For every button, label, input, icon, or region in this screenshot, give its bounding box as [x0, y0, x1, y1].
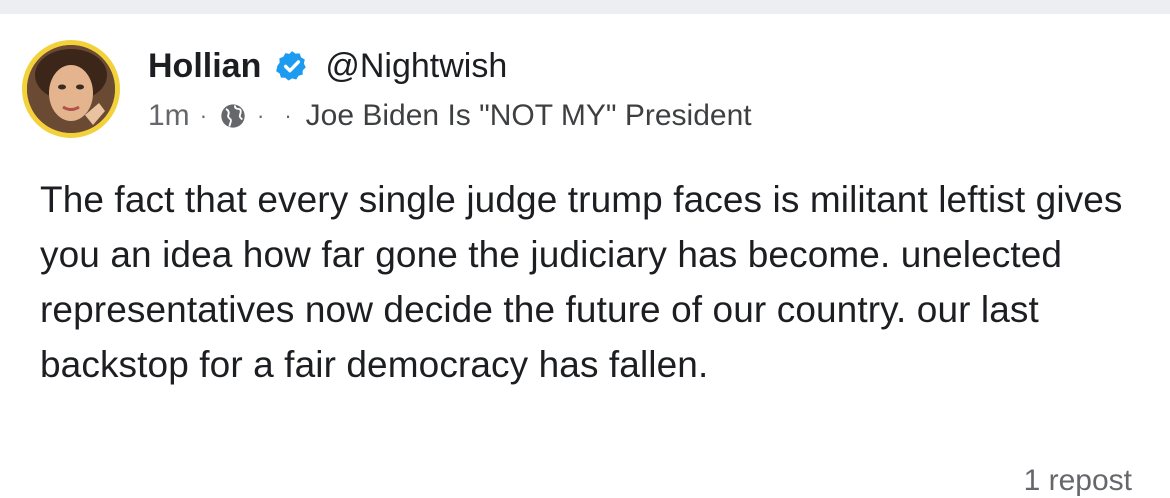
- verified-badge-icon: [275, 49, 309, 83]
- group-name-link[interactable]: Joe Biden Is "NOT MY" President: [306, 99, 752, 133]
- timestamp[interactable]: 1m: [148, 99, 190, 133]
- post-meta: 1m · · · Joe Biden Is "NOT MY" President: [148, 96, 752, 136]
- post-header: Hollian @Nightwish: [148, 46, 507, 86]
- meta-separator: ·: [284, 103, 292, 128]
- post-card: Hollian @Nightwish 1m · · · Joe Biden Is…: [0, 14, 1170, 497]
- author-handle[interactable]: @Nightwish: [325, 47, 507, 86]
- globe-icon: [219, 102, 247, 130]
- meta-separator: ·: [199, 103, 208, 128]
- post-body-text: The fact that every single judge trump f…: [40, 179, 1123, 385]
- meta-separator: ·: [257, 103, 265, 128]
- repost-count[interactable]: 1 repost: [1024, 464, 1132, 498]
- avatar[interactable]: [22, 40, 120, 138]
- top-divider: [0, 0, 1170, 14]
- author-name[interactable]: Hollian: [148, 47, 261, 86]
- avatar-image: [27, 45, 115, 133]
